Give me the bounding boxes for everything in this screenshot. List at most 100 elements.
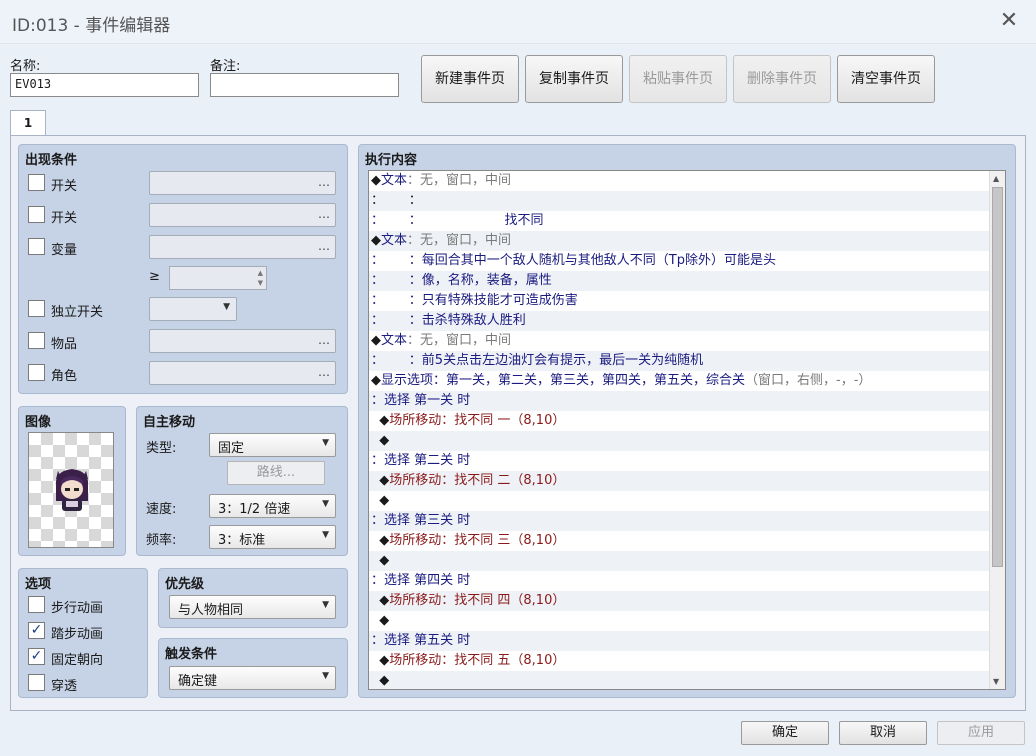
frequency-select[interactable]: 3：标准 ▼ — [209, 525, 336, 549]
command-row[interactable]: ： ：每回合其中一个敌人随机与其他敌人不同（Tp除外）可能是头 — [369, 251, 1005, 271]
switch1-checkbox[interactable] — [28, 174, 45, 191]
options-title: 选项 — [25, 577, 52, 592]
apply-button[interactable]: 应用 — [937, 721, 1025, 745]
cancel-button[interactable]: 取消 — [839, 721, 927, 745]
command-row[interactable]: ：选择 第三关 时 — [369, 511, 1005, 531]
command-row[interactable]: ◆场所移动：找不同 四（8,10） — [369, 591, 1005, 611]
command-text: ： ：击杀特殊敌人胜利 — [371, 313, 526, 328]
actor-field[interactable]: … — [149, 361, 336, 385]
move-type-select[interactable]: 固定 ▼ — [209, 433, 336, 457]
note-field[interactable] — [210, 73, 399, 97]
note-label: 备注: — [210, 59, 241, 74]
command-row[interactable]: ◆场所移动：找不同 三（8,10） — [369, 531, 1005, 551]
command-text: 文本 — [381, 333, 408, 348]
variable-field[interactable]: … — [149, 235, 336, 259]
command-row[interactable]: ◆场所移动：找不同 二（8,10） — [369, 471, 1005, 491]
command-row[interactable]: ： ：前5关点击左边油灯会有提示，最后一关为纯随机 — [369, 351, 1005, 371]
command-row[interactable]: ：选择 第五关 时 — [369, 631, 1005, 651]
command-row[interactable]: ◆文本：无，窗口，中间 — [369, 331, 1005, 351]
command-row[interactable]: ：选择 第二关 时 — [369, 451, 1005, 471]
command-text: 文本 — [381, 173, 408, 188]
command-row[interactable]: ◆ — [369, 491, 1005, 511]
command-text: ◆ — [371, 533, 390, 548]
command-text: ： ：像，名称，装备，属性 — [371, 273, 552, 288]
variable-checkbox[interactable] — [28, 238, 45, 255]
option-checkbox[interactable]: ✓ — [28, 622, 45, 639]
ellipsis-icon: … — [318, 175, 330, 189]
command-row[interactable]: ◆场所移动：找不同 五（8,10） — [369, 651, 1005, 671]
delete-page-button[interactable]: 删除事件页 — [733, 55, 831, 103]
title-bar: ID:013 - 事件编辑器 ✕ — [0, 0, 1036, 44]
priority-value: 与人物相同 — [178, 603, 244, 618]
paste-page-button[interactable]: 粘贴事件页 — [629, 55, 727, 103]
switch2-checkbox[interactable] — [28, 206, 45, 223]
command-row[interactable]: ◆显示选项：第一关，第二关，第三关，第四关，第五关，综合关（窗口，右侧，-，-） — [369, 371, 1005, 391]
route-button[interactable]: 路线... — [227, 461, 325, 485]
command-text: 场所移动：找不同 二（8,10） — [389, 473, 566, 488]
switch2-field[interactable]: … — [149, 203, 336, 227]
chevron-down-icon: ▼ — [322, 530, 329, 540]
command-row[interactable]: ◆ — [369, 431, 1005, 451]
contents-title: 执行内容 — [365, 153, 418, 168]
command-row[interactable]: ◆文本：无，窗口，中间 — [369, 171, 1005, 191]
item-field[interactable]: … — [149, 329, 336, 353]
command-row[interactable]: ： ：像，名称，装备，属性 — [369, 271, 1005, 291]
scroll-up-icon[interactable]: ▲ — [993, 174, 999, 183]
new-page-button[interactable]: 新建事件页 — [421, 55, 519, 103]
command-text: ： ：每回合其中一个敌人随机与其他敌人不同（Tp除外）可能是头 — [371, 253, 776, 268]
variable-value-spinner[interactable]: ▲ ▼ — [169, 266, 267, 290]
self-switch-checkbox[interactable] — [28, 300, 45, 317]
priority-select[interactable]: 与人物相同 ▼ — [169, 595, 336, 619]
command-row[interactable]: ◆ — [369, 671, 1005, 689]
option-checkbox[interactable] — [28, 596, 45, 613]
chevron-down-icon: ▼ — [322, 499, 329, 509]
command-row[interactable]: ◆ — [369, 611, 1005, 631]
command-row[interactable]: ◆ — [369, 551, 1005, 571]
actor-checkbox[interactable] — [28, 364, 45, 381]
chevron-down-icon: ▼ — [322, 438, 329, 448]
command-text: ：无，窗口，中间 — [407, 333, 512, 348]
spin-up-icon[interactable]: ▲ — [258, 269, 263, 277]
command-row[interactable]: ◆文本：无，窗口，中间 — [369, 231, 1005, 251]
trigger-title: 触发条件 — [165, 647, 218, 662]
command-text: ◆ — [371, 553, 390, 568]
command-row[interactable]: ：选择 第一关 时 — [369, 391, 1005, 411]
scroll-down-icon[interactable]: ▼ — [993, 677, 999, 686]
command-text: ： ：前5关点击左边油灯会有提示，最后一关为纯随机 — [371, 353, 704, 368]
command-row[interactable]: ： ： — [369, 191, 1005, 211]
option-checkbox[interactable]: ✓ — [28, 648, 45, 665]
command-text: ◆ — [371, 233, 381, 248]
copy-page-button[interactable]: 复制事件页 — [525, 55, 623, 103]
trigger-select[interactable]: 确定键 ▼ — [169, 666, 336, 690]
ok-button[interactable]: 确定 — [741, 721, 829, 745]
priority-title: 优先级 — [165, 577, 205, 592]
speed-select[interactable]: 3：1/2 倍速 ▼ — [209, 494, 336, 518]
option-label: 踏步动画 — [51, 627, 104, 642]
name-field[interactable]: EV013 — [10, 73, 199, 97]
command-text: 场所移动：找不同 一（8,10） — [389, 413, 566, 428]
option-label: 固定朝向 — [51, 653, 104, 668]
tab-page-1[interactable]: 1 — [10, 110, 46, 136]
spin-down-icon[interactable]: ▼ — [258, 279, 263, 287]
command-text: 显示选项：第一关，第二关，第三关，第四关，第五关，综合关 — [381, 373, 746, 388]
command-row[interactable]: ： ：击杀特殊敌人胜利 — [369, 311, 1005, 331]
command-text: 场所移动：找不同 五（8,10） — [389, 653, 566, 668]
clear-page-button[interactable]: 清空事件页 — [837, 55, 935, 103]
command-row[interactable]: ： ：只有特殊技能才可造成伤害 — [369, 291, 1005, 311]
command-row[interactable]: ： ： 找不同 — [369, 211, 1005, 231]
command-list-scrollbar[interactable]: ▲ ▼ — [989, 171, 1005, 689]
switch1-field[interactable]: … — [149, 171, 336, 195]
command-list[interactable]: ◆文本：无，窗口，中间： ：： ： 找不同 ◆文本：无，窗口，中间： ：每回合其中… — [368, 170, 1006, 690]
close-icon[interactable]: ✕ — [996, 8, 1022, 34]
command-row[interactable]: ：选择 第四关 时 — [369, 571, 1005, 591]
command-row[interactable]: ◆场所移动：找不同 一（8,10） — [369, 411, 1005, 431]
self-switch-select[interactable]: ▼ — [149, 297, 237, 321]
command-text: ：选择 第一关 时 — [371, 393, 471, 408]
command-text: ◆ — [371, 333, 381, 348]
type-label: 类型: — [146, 441, 177, 456]
scroll-thumb[interactable] — [992, 187, 1003, 567]
item-checkbox[interactable] — [28, 332, 45, 349]
window-title: ID:013 - 事件编辑器 — [12, 16, 171, 36]
option-label: 步行动画 — [51, 601, 104, 616]
option-checkbox[interactable] — [28, 674, 45, 691]
